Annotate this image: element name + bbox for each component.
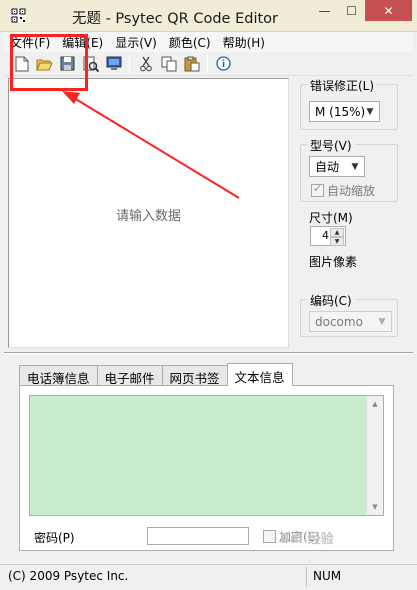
scroll-down-icon[interactable]: ▼ <box>367 499 383 515</box>
info-icon <box>216 56 231 71</box>
model-select[interactable]: 自动 ▼ <box>309 156 365 177</box>
size-label: 尺寸(M) <box>309 211 353 225</box>
settings-panel: 错误修正(L) M (15%) ▼ 型号(V) 自动 ▼ 自动缩放 尺寸(M) … <box>300 77 408 348</box>
watermark: Bai 经验 <box>280 532 334 547</box>
tab-email[interactable]: 电子邮件 <box>96 365 163 386</box>
menu-color[interactable]: 颜色(C) <box>163 32 217 52</box>
menu-view[interactable]: 显示(V) <box>109 32 163 52</box>
chevron-down-icon: ▼ <box>366 106 374 117</box>
error-correction-value: M (15%) <box>315 104 366 119</box>
close-button[interactable]: ✕ <box>365 0 412 21</box>
stepper-down-icon[interactable]: ▼ <box>330 237 344 246</box>
text-tab-panel: ▲ ▼ 密码(P) 加密(E) <box>19 385 394 551</box>
scroll-up-icon[interactable]: ▲ <box>367 396 383 412</box>
maximize-button[interactable]: ☐ <box>338 0 365 22</box>
model-group: 型号(V) 自动 ▼ 自动缩放 <box>300 137 398 202</box>
auto-scale-label: 自动缩放 <box>327 184 376 198</box>
data-input-area[interactable]: 请输入数据 <box>8 78 289 348</box>
copy-button[interactable] <box>157 53 180 75</box>
status-num: NUM <box>313 569 342 583</box>
size-value: 4 <box>322 229 329 242</box>
tab-text[interactable]: 文本信息 <box>226 363 293 386</box>
error-correction-label: 错误修正(L) <box>307 77 378 94</box>
encoding-label: 编码(C) <box>307 292 355 309</box>
about-button[interactable] <box>212 53 235 75</box>
stepper-up-icon[interactable]: ▲ <box>330 228 344 237</box>
cut-button[interactable] <box>134 53 157 75</box>
tab-strip: 电话簿信息 电子邮件 网页书签 文本信息 <box>19 363 293 386</box>
size-stepper[interactable]: 4 ▲ ▼ <box>310 226 346 246</box>
pane-splitter[interactable] <box>4 352 413 354</box>
minimize-button[interactable]: — <box>311 0 338 22</box>
toolbar-separator <box>129 54 130 73</box>
status-copyright: (C) 2009 Psytec Inc. <box>8 569 129 583</box>
encoding-value: docomo <box>315 314 363 329</box>
cut-icon <box>139 56 152 71</box>
annotation-highlight-box <box>10 34 88 91</box>
copy-icon <box>161 56 176 71</box>
tab-phonebook[interactable]: 电话簿信息 <box>19 365 98 386</box>
vertical-scrollbar[interactable]: ▲ ▼ <box>366 396 383 515</box>
encrypt-checkbox[interactable] <box>263 530 276 543</box>
encoding-select[interactable]: docomo ▼ <box>309 311 392 332</box>
status-bar: (C) 2009 Psytec Inc. NUM <box>0 564 417 590</box>
password-input[interactable] <box>147 527 249 545</box>
auto-scale-option[interactable]: 自动缩放 <box>311 182 375 199</box>
menu-help[interactable]: 帮助(H) <box>217 32 271 52</box>
size-group: 尺寸(M) 4 ▲ ▼ 图片像素 <box>300 211 398 278</box>
size-unit-label: 图片像素 <box>309 255 358 269</box>
monitor-icon <box>106 56 121 70</box>
status-separator <box>306 567 307 587</box>
tab-bookmark[interactable]: 网页书签 <box>161 365 228 386</box>
chevron-down-icon: ▼ <box>351 161 359 172</box>
text-content-input[interactable]: ▲ ▼ <box>29 395 384 516</box>
paste-button[interactable] <box>180 53 203 75</box>
encoding-group: 编码(C) docomo ▼ <box>300 292 398 337</box>
window-title: 无题 - Psytec QR Code Editor <box>71 11 278 27</box>
input-prompt: 请输入数据 <box>115 209 181 224</box>
model-value: 自动 <box>315 160 340 174</box>
chevron-down-icon: ▼ <box>378 316 386 327</box>
error-correction-select[interactable]: M (15%) ▼ <box>309 101 380 122</box>
password-label: 密码(P) <box>34 531 75 545</box>
auto-scale-checkbox[interactable] <box>311 182 324 197</box>
model-label: 型号(V) <box>307 137 355 154</box>
error-correction-group: 错误修正(L) M (15%) ▼ <box>300 77 398 130</box>
display-button[interactable] <box>102 53 125 75</box>
toolbar-separator <box>207 54 208 73</box>
title-bar: 无题 - Psytec QR Code Editor — ☐ ✕ <box>0 0 417 32</box>
paste-icon <box>184 56 199 71</box>
